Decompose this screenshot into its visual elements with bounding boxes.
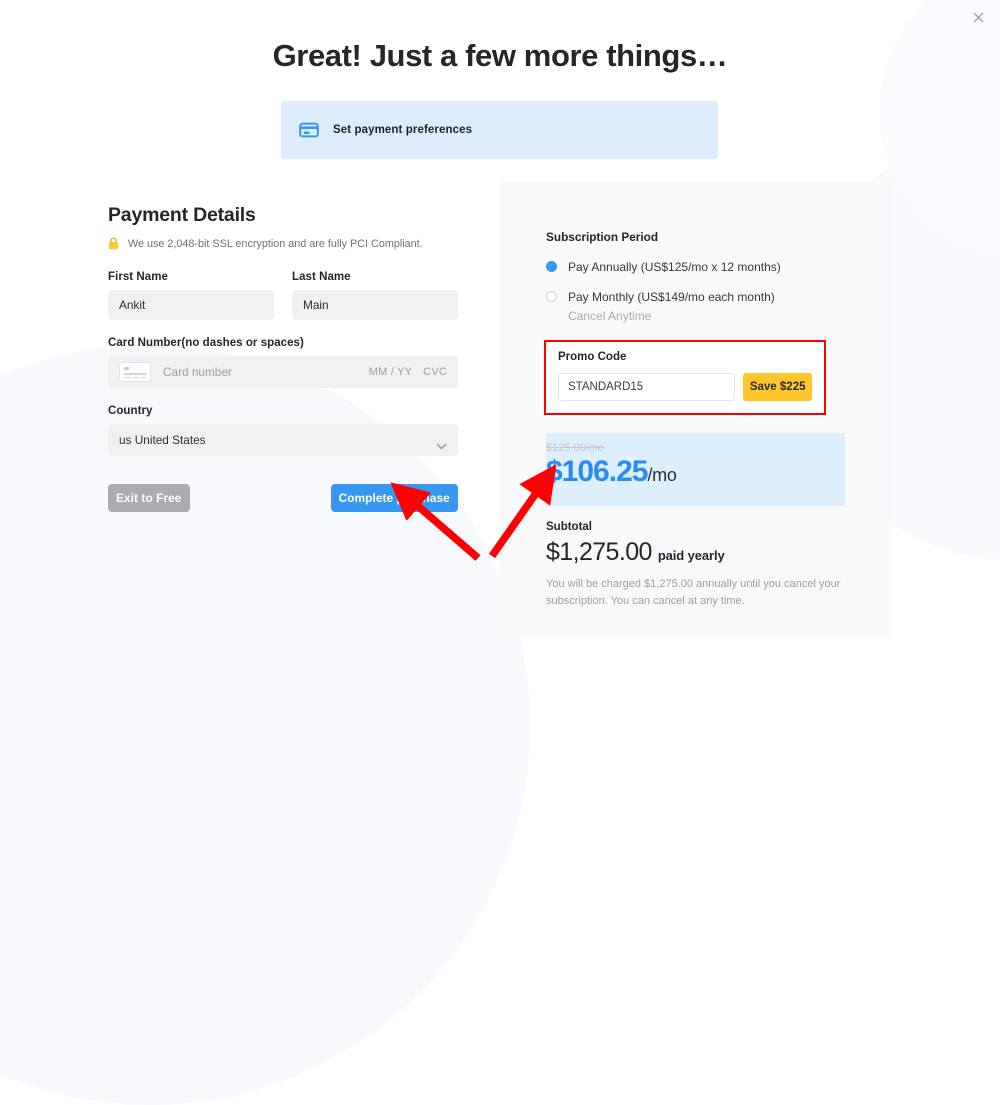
ssl-notice-text: We use 2,048-bit SSL encryption and are … xyxy=(128,237,423,250)
radio-unselected-icon xyxy=(546,291,557,302)
original-price: $125.00/mo xyxy=(546,442,605,454)
last-name-input[interactable] xyxy=(292,290,458,320)
last-name-group: Last Name xyxy=(292,271,458,320)
subscription-option-monthly-label: Pay Monthly (US$149/mo each month) xyxy=(568,290,775,304)
subtotal-note: You will be charged $1,275.00 annually u… xyxy=(546,578,841,607)
card-cvc-placeholder: CVC xyxy=(423,366,447,378)
payment-preferences-banner: Set payment preferences xyxy=(281,101,718,159)
name-row: First Name Last Name xyxy=(108,271,458,320)
credit-card-icon xyxy=(299,120,319,140)
last-name-label: Last Name xyxy=(292,271,351,283)
first-name-label: First Name xyxy=(108,271,168,283)
discounted-price: $125.00/mo $106.25/mo xyxy=(546,433,845,506)
subscription-option-annually[interactable]: Pay Annually (US$125/mo x 12 months) xyxy=(546,258,847,276)
cancel-anytime-note: Cancel Anytime xyxy=(568,309,652,323)
form-actions: Exit to Free Complete purchase xyxy=(108,484,458,512)
order-summary-panel: Subscription Period Pay Annually (US$125… xyxy=(500,182,891,637)
discounted-price-amount: $106.25 xyxy=(546,455,648,488)
first-name-group: First Name xyxy=(108,271,274,320)
subscription-period-label: Subscription Period xyxy=(546,230,659,244)
price-period: /mo xyxy=(647,465,677,485)
subtotal-row: $1,275.00 paid yearly xyxy=(546,538,847,567)
payment-details-title: Payment Details xyxy=(108,204,256,226)
payment-details-form: Payment Details We use 2,048-bit SSL enc… xyxy=(108,204,458,512)
credit-card-icon xyxy=(119,362,151,382)
card-number-input[interactable]: Card number MM / YY CVC xyxy=(108,356,458,388)
card-expiry-placeholder: MM / YY xyxy=(368,366,413,378)
price-line: $106.25/mo xyxy=(546,455,845,489)
chevron-down-icon xyxy=(436,437,447,450)
country-group: Country us United States xyxy=(108,405,458,456)
country-label: Country xyxy=(108,405,153,417)
radio-selected-icon xyxy=(546,261,557,272)
promo-code-row: Save $225 xyxy=(558,373,812,401)
banner-label: Set payment preferences xyxy=(333,124,473,136)
subscription-option-annually-label: Pay Annually (US$125/mo x 12 months) xyxy=(568,260,781,274)
subscription-option-monthly[interactable]: Pay Monthly (US$149/mo each month) Cance… xyxy=(546,288,847,323)
country-select[interactable]: us United States xyxy=(108,424,458,456)
subtotal-amount: $1,275.00 xyxy=(546,538,652,566)
promo-code-section: Promo Code Save $225 xyxy=(544,340,826,415)
close-icon[interactable] xyxy=(964,3,992,31)
subtotal-label: Subtotal xyxy=(546,521,592,533)
card-number-label: Card Number(no dashes or spaces) xyxy=(108,337,304,349)
page-title: Great! Just a few more things… xyxy=(272,38,728,73)
promo-code-label: Promo Code xyxy=(558,351,627,363)
complete-purchase-button[interactable]: Complete purchase xyxy=(330,484,458,512)
subtotal-cadence: paid yearly xyxy=(657,548,725,563)
exit-to-free-button[interactable]: Exit to Free xyxy=(108,484,190,512)
promo-code-input[interactable] xyxy=(558,373,736,401)
card-number-group: Card Number(no dashes or spaces) Card nu… xyxy=(108,337,458,388)
ssl-notice: We use 2,048-bit SSL encryption and are … xyxy=(108,237,458,250)
lock-icon xyxy=(108,237,119,250)
country-selected-value: us United States xyxy=(119,433,206,447)
first-name-input[interactable] xyxy=(108,290,274,320)
card-number-placeholder: Card number xyxy=(163,365,232,379)
apply-promo-button[interactable]: Save $225 xyxy=(743,373,812,401)
